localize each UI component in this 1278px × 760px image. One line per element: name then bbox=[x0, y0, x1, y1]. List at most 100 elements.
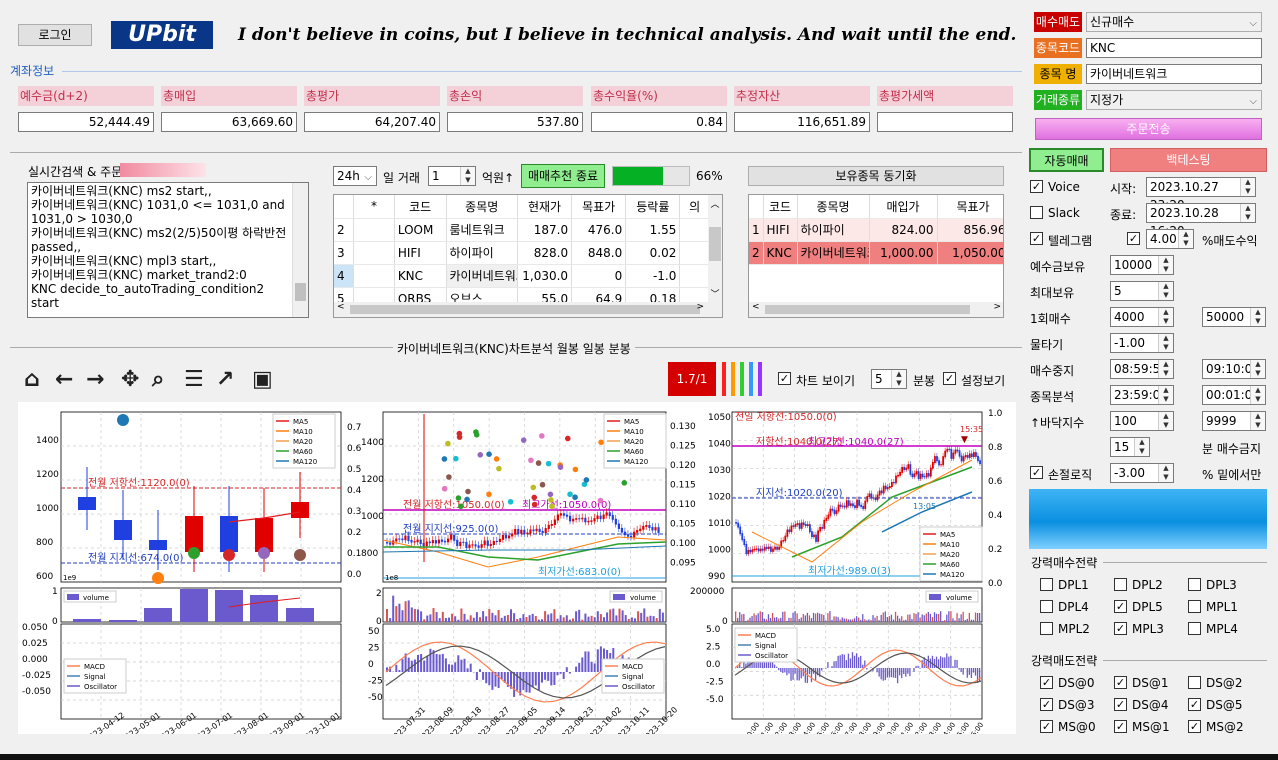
setting-stepper-2[interactable]: 9999 ▲ ▼ bbox=[1202, 411, 1266, 431]
signal-dot bbox=[598, 439, 604, 446]
strategy-checkbox[interactable]: ✓ bbox=[1114, 720, 1127, 733]
telegram-checkbox[interactable]: ✓ bbox=[1030, 232, 1043, 245]
signal-dot bbox=[531, 501, 538, 508]
recommend-stop-button[interactable]: 매매추천 종료 bbox=[521, 164, 605, 188]
strategy-checkbox[interactable] bbox=[1040, 622, 1053, 635]
start-datetime[interactable]: 2023.10.27 23:20▲▼ bbox=[1146, 177, 1256, 212]
y2-tick: 0.2 bbox=[347, 528, 361, 538]
setting-stepper-2[interactable]: 00:01:00 ▲ ▼ bbox=[1202, 385, 1266, 405]
signal-dot bbox=[535, 460, 542, 466]
column-header[interactable]: 목표가 bbox=[571, 195, 627, 219]
macd-tick: 2.5 bbox=[706, 643, 720, 653]
order-type-select[interactable]: 신규매수 ⌵ bbox=[1086, 12, 1262, 32]
edit-axis-icon[interactable]: ↗ bbox=[216, 367, 234, 393]
strategy-label: DS@4 bbox=[1132, 698, 1169, 712]
table-row[interactable]: 4 KNC카이버네트워크1,030.00-1.0 bbox=[334, 264, 710, 288]
column-header[interactable]: 코드 bbox=[763, 195, 798, 219]
column-header[interactable]: 코드 bbox=[394, 195, 447, 219]
period-select[interactable]: 24h ⌵ bbox=[333, 166, 377, 186]
backtest-button[interactable]: 백테스팅 bbox=[1110, 148, 1267, 172]
macd-tick: 25 bbox=[368, 644, 379, 654]
minute-stepper[interactable]: 5 ▲ ▼ bbox=[871, 369, 907, 389]
holdings-sync-button[interactable]: 보유종목 동기화 bbox=[748, 166, 1004, 186]
x-tick: 2023-09-01 bbox=[263, 711, 306, 734]
strategy-checkbox[interactable]: ✓ bbox=[1114, 600, 1127, 613]
strategy-checkbox[interactable]: ✓ bbox=[1188, 698, 1201, 711]
home-icon[interactable]: ⌂ bbox=[24, 367, 40, 393]
back-icon[interactable]: ← bbox=[55, 367, 73, 393]
strategy-checkbox[interactable]: ✓ bbox=[1040, 720, 1053, 733]
y2-tick: 0.3 bbox=[347, 507, 361, 517]
column-header[interactable]: 매입가 bbox=[869, 195, 938, 219]
strategy-checkbox[interactable] bbox=[1040, 600, 1053, 613]
column-header[interactable]: 목표가 bbox=[937, 195, 1003, 219]
voice-label: Voice bbox=[1048, 180, 1080, 194]
strategy-checkbox[interactable] bbox=[1188, 600, 1201, 613]
column-header[interactable] bbox=[749, 195, 764, 219]
log-scrollbar[interactable] bbox=[292, 183, 308, 317]
zoom-icon[interactable]: ⌕ bbox=[152, 367, 164, 393]
strategy-checkbox[interactable]: ✓ bbox=[1188, 720, 1201, 733]
strategy-checkbox[interactable] bbox=[1188, 578, 1201, 591]
strategy-checkbox[interactable] bbox=[1188, 622, 1201, 635]
strategy-checkbox[interactable] bbox=[1040, 578, 1053, 591]
sell-pct-checkbox[interactable]: ✓ bbox=[1127, 232, 1140, 245]
screener-grid[interactable]: * 코드 종목명 현재가 목표가 등락률 의 2 LOOM 룸네트워크 187.0 476.0 1.55… bbox=[333, 194, 723, 318]
auto-trading-button[interactable]: 자동매매 bbox=[1029, 148, 1104, 172]
column-header[interactable] bbox=[334, 195, 355, 219]
strategy-checkbox[interactable] bbox=[1188, 676, 1201, 689]
settings-checkbox[interactable]: ✓ bbox=[943, 372, 956, 385]
table-row[interactable]: 2 LOOM 룸네트워크 187.0 476.0 1.55 bbox=[334, 218, 710, 242]
setting-stepper[interactable]: 08:59:55 ▲ ▼ bbox=[1110, 359, 1174, 379]
sell-pct-stepper[interactable]: 4.00 ▲ ▼ bbox=[1146, 229, 1194, 249]
configure-icon[interactable]: ☰ bbox=[184, 367, 204, 393]
setting-stepper[interactable]: 4000 ▲ ▼ bbox=[1110, 307, 1174, 327]
show-chart-checkbox[interactable]: ✓ bbox=[778, 372, 791, 385]
volume-tick: 1 bbox=[52, 587, 58, 597]
strategy-checkbox[interactable]: ✓ bbox=[1114, 698, 1127, 711]
save-icon[interactable]: ▣ bbox=[252, 367, 273, 393]
realtime-log[interactable]: 카이버네트워크(KNC) ms2 start,, 카이버네트워크(KNC) 103… bbox=[27, 182, 309, 318]
x-tick: 00:00 bbox=[743, 721, 761, 734]
strategy-checkbox[interactable]: ✓ bbox=[1114, 676, 1127, 689]
setting-stepper-2[interactable]: 50000 ▲ ▼ bbox=[1202, 307, 1266, 327]
strategy-label: DS@5 bbox=[1206, 698, 1243, 712]
stoploss-checkbox[interactable]: ✓ bbox=[1030, 466, 1043, 479]
holding-row[interactable]: 2KNC카이버네트워크1,000.001,050.00 bbox=[749, 241, 1003, 265]
column-header[interactable]: 종목명 bbox=[446, 195, 518, 219]
slack-checkbox[interactable] bbox=[1030, 206, 1043, 219]
progress-text: 66% bbox=[696, 169, 723, 183]
strategy-checkbox[interactable]: ✓ bbox=[1114, 622, 1127, 635]
end-datetime[interactable]: 2023.10.28 16:20▲▼ bbox=[1146, 203, 1256, 238]
setting-stepper[interactable]: 100 ▲ ▼ bbox=[1110, 411, 1174, 431]
login-button[interactable]: 로그인 bbox=[18, 24, 92, 46]
buy-stop-stepper[interactable]: 15 ▲ ▼ bbox=[1110, 437, 1150, 457]
svg-text:MA60: MA60 bbox=[940, 561, 960, 569]
strategy-checkbox[interactable]: ✓ bbox=[1040, 698, 1053, 711]
column-header[interactable]: 등락률 bbox=[625, 195, 681, 219]
pan-icon[interactable]: ✥ bbox=[121, 367, 139, 393]
table-row[interactable]: 3 HIFI 하이파이 828.0 848.0 0.02 bbox=[334, 241, 710, 265]
setting-stepper[interactable]: 23:59:00 ▲ ▼ bbox=[1110, 385, 1174, 405]
setting-stepper[interactable]: 5 ▲ ▼ bbox=[1110, 281, 1174, 301]
holdings-grid[interactable]: 코드 종목명 매입가 목표가 1 HIFI 하이파이 824.00 856.96 2 KNC 카이버네… bbox=[748, 194, 1004, 318]
column-header[interactable]: 현재가 bbox=[517, 195, 573, 219]
symbol-name-field[interactable]: 카이버네트워크 bbox=[1086, 64, 1262, 84]
table-cell: 1,050.00 bbox=[937, 241, 1003, 265]
setting-stepper[interactable]: 10000 ▲ ▼ bbox=[1110, 255, 1174, 275]
column-header[interactable]: 의 bbox=[679, 195, 710, 219]
column-header[interactable]: * bbox=[353, 195, 395, 219]
symbol-code-field[interactable]: KNC bbox=[1086, 38, 1262, 58]
trade-value-stepper[interactable]: 1 ▲ ▼ bbox=[428, 166, 476, 186]
voice-checkbox[interactable]: ✓ bbox=[1030, 180, 1043, 193]
column-header[interactable]: 종목명 bbox=[797, 195, 870, 219]
strategy-checkbox[interactable]: ✓ bbox=[1040, 676, 1053, 689]
setting-stepper[interactable]: -1.00 ▲ ▼ bbox=[1110, 333, 1174, 353]
stoploss-stepper[interactable]: -3.00 ▲ ▼ bbox=[1110, 463, 1174, 483]
forward-icon[interactable]: → bbox=[86, 367, 104, 393]
submit-order-button[interactable]: 주문전송 bbox=[1035, 118, 1262, 140]
trade-type-select[interactable]: 지정가 ⌵ bbox=[1086, 90, 1262, 110]
holding-row[interactable]: 1 HIFI 하이파이 824.00 856.96 bbox=[749, 218, 1003, 242]
strategy-checkbox[interactable] bbox=[1114, 578, 1127, 591]
setting-stepper-2[interactable]: 09:10:00 ▲ ▼ bbox=[1202, 359, 1266, 379]
